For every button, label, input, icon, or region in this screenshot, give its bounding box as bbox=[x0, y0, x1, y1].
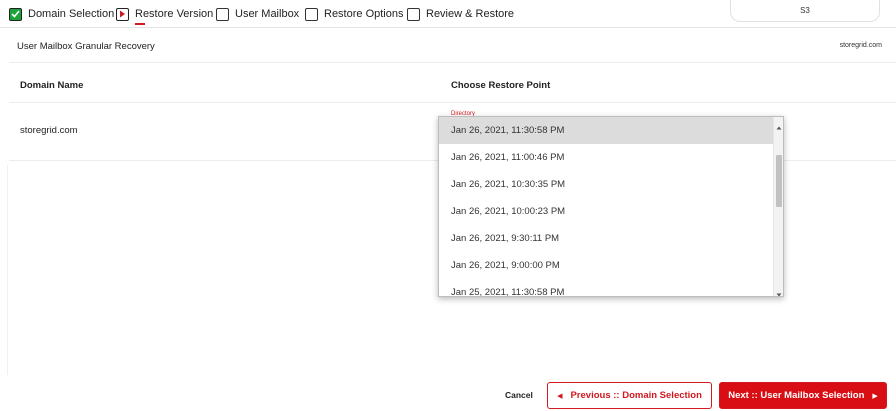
cancel-button[interactable]: Cancel bbox=[505, 390, 533, 400]
play-icon bbox=[116, 7, 129, 21]
previous-button-label: Previous :: Domain Selection bbox=[570, 390, 702, 401]
chevron-right-icon: ▶ bbox=[872, 392, 878, 400]
checkbox-icon bbox=[407, 7, 420, 21]
next-button[interactable]: Next :: User Mailbox Selection ▶ bbox=[719, 382, 887, 409]
step-restore-options[interactable]: Restore Options bbox=[305, 7, 403, 21]
column-header-restore-point: Choose Restore Point bbox=[451, 80, 551, 91]
step-label: Review & Restore bbox=[426, 8, 515, 20]
previous-button[interactable]: ◀ Previous :: Domain Selection bbox=[547, 382, 712, 409]
step-review-restore[interactable]: Review & Restore bbox=[407, 7, 514, 21]
column-header-domain: Domain Name bbox=[20, 80, 84, 91]
restore-point-option[interactable]: Jan 26, 2021, 10:00:23 PM bbox=[439, 198, 775, 225]
checkbox-icon bbox=[305, 7, 318, 21]
dropdown-scrollbar[interactable] bbox=[773, 117, 783, 296]
restore-point-dropdown[interactable]: Jan 26, 2021, 11:30:58 PM Jan 26, 2021, … bbox=[438, 116, 784, 297]
step-label: Domain Selection bbox=[28, 8, 115, 20]
step-label: Restore Options bbox=[324, 8, 404, 20]
restore-point-option[interactable]: Jan 26, 2021, 11:00:46 PM bbox=[439, 144, 775, 171]
restore-point-option[interactable]: Jan 26, 2021, 10:30:35 PM bbox=[439, 171, 775, 198]
restore-point-option[interactable]: Jan 25, 2021, 11:30:58 PM bbox=[439, 279, 775, 296]
scroll-down-arrow-icon[interactable] bbox=[775, 286, 783, 296]
storage-tab[interactable]: S3 bbox=[730, 0, 880, 22]
step-domain-selection[interactable]: Domain Selection bbox=[9, 7, 114, 21]
step-user-mailbox[interactable]: User Mailbox bbox=[216, 7, 299, 21]
restore-point-option[interactable]: Jan 26, 2021, 9:30:11 PM bbox=[439, 225, 775, 252]
domain-name-cell: storegrid.com bbox=[20, 125, 78, 136]
checkbox-icon bbox=[216, 7, 229, 21]
divider bbox=[9, 102, 896, 103]
step-restore-version[interactable]: Restore Version bbox=[116, 7, 214, 25]
brand-label: storegrid.com bbox=[839, 42, 882, 49]
next-button-label: Next :: User Mailbox Selection bbox=[728, 390, 865, 401]
panel-title: User Mailbox Granular Recovery bbox=[17, 41, 155, 52]
panel-edge bbox=[7, 165, 8, 375]
scroll-up-arrow-icon[interactable] bbox=[775, 119, 783, 130]
active-step-underline bbox=[135, 23, 145, 25]
scrollbar-thumb[interactable] bbox=[776, 155, 782, 207]
checkmark-icon bbox=[9, 7, 22, 21]
restore-point-option[interactable]: Jan 26, 2021, 9:00:00 PM bbox=[439, 252, 775, 279]
restore-point-option[interactable]: Jan 26, 2021, 11:30:58 PM bbox=[439, 117, 775, 144]
wizard-step-bar: Domain Selection Restore Version User Ma… bbox=[0, 0, 896, 28]
divider bbox=[9, 62, 896, 63]
step-label: Restore Version bbox=[135, 8, 214, 20]
step-label: User Mailbox bbox=[235, 8, 300, 20]
chevron-left-icon: ◀ bbox=[557, 392, 563, 400]
